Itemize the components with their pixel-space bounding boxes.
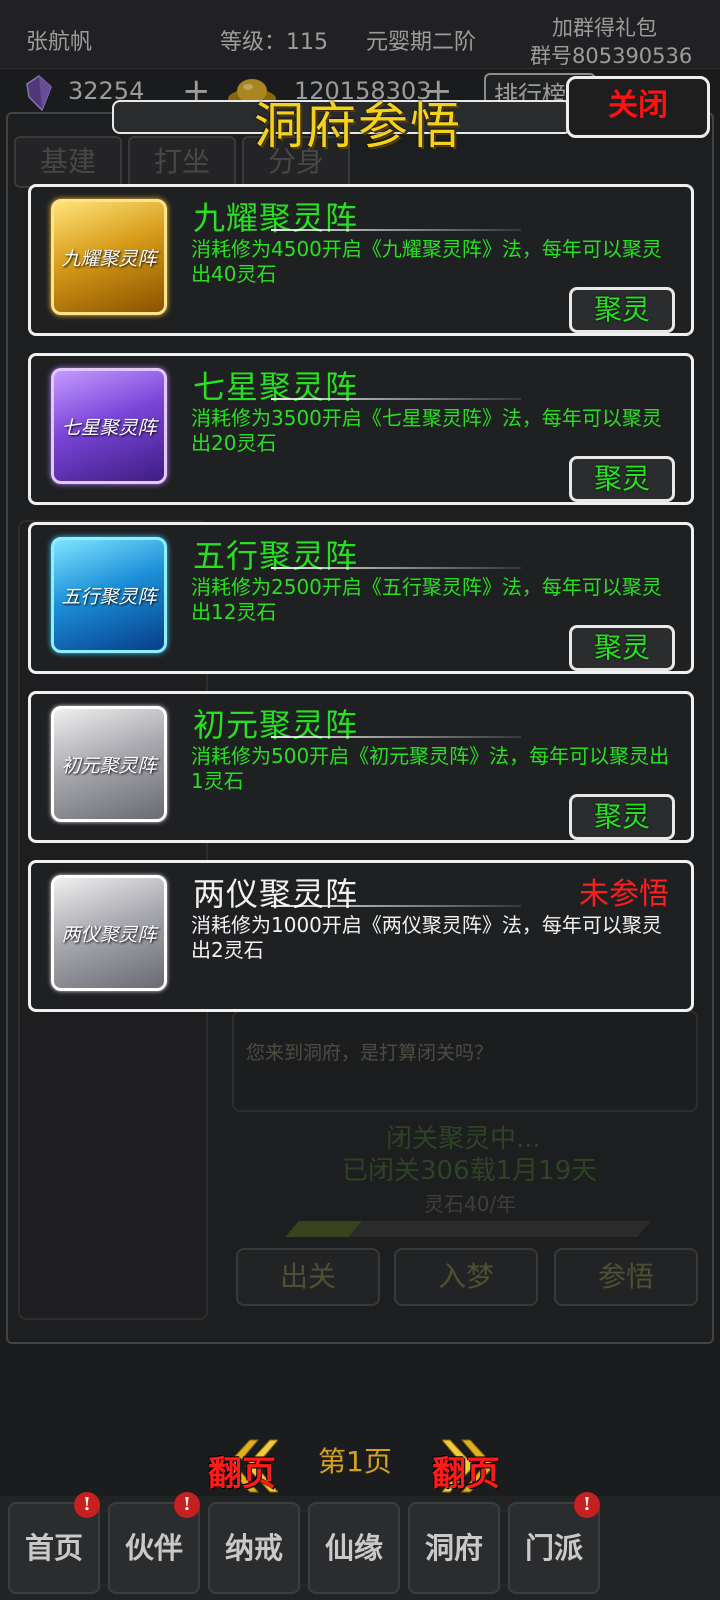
unlearned-status-badge: 未参悟 <box>579 877 669 912</box>
nav-home-label: 首页 <box>24 1531 83 1565</box>
alert-icon: ! <box>574 1492 600 1518</box>
formation-icon-label: 五行聚灵阵 <box>61 585 157 608</box>
formation-name: 两仪聚灵阵 <box>193 875 359 913</box>
formation-name: 初元聚灵阵 <box>193 706 359 744</box>
formation-card-chuyuan: 初元聚灵阵 初元聚灵阵 消耗修为500开启《初元聚灵阵》法，每年可以聚灵出1灵石… <box>28 691 694 843</box>
formation-icon-gray: 两仪聚灵阵 <box>51 875 167 991</box>
formation-card-liangyi[interactable]: 两仪聚灵阵 两仪聚灵阵 消耗修为1000开启《两仪聚灵阵》法，每年可以聚灵出2灵… <box>28 860 694 1012</box>
formation-card-qixing: 七星聚灵阵 七星聚灵阵 消耗修为3500开启《七星聚灵阵》法，每年可以聚灵出20… <box>28 353 694 505</box>
formation-icon-label: 两仪聚灵阵 <box>61 923 157 946</box>
nav-fortune-label: 仙缘 <box>324 1531 383 1565</box>
formation-icon-blue: 五行聚灵阵 <box>51 537 167 653</box>
nav-sect-label: 门派 <box>524 1531 583 1565</box>
formation-icon-purple: 七星聚灵阵 <box>51 368 167 484</box>
formation-description: 消耗修为3500开启《七星聚灵阵》法，每年可以聚灵出20灵石 <box>191 406 662 455</box>
close-button[interactable]: 关闭 <box>566 76 710 138</box>
formation-icon-label: 初元聚灵阵 <box>61 754 157 777</box>
formation-icon-label: 九耀聚灵阵 <box>61 247 157 270</box>
formation-name: 九耀聚灵阵 <box>193 199 359 237</box>
title-underline <box>271 905 521 907</box>
nav-sect[interactable]: 门派 ! <box>508 1492 600 1594</box>
formation-description: 消耗修为1000开启《两仪聚灵阵》法，每年可以聚灵出2灵石 <box>191 913 662 962</box>
formation-icon-gray: 初元聚灵阵 <box>51 706 167 822</box>
title-underline <box>271 229 521 231</box>
nav-storage-ring[interactable]: 纳戒 <box>208 1502 300 1594</box>
page-indicator: 第1页 <box>318 1445 392 1478</box>
formation-icon-label: 七星聚灵阵 <box>61 416 157 439</box>
nav-home[interactable]: 首页 ! <box>8 1492 100 1594</box>
next-page-button[interactable]: 翻页 <box>432 1436 516 1494</box>
prev-page-button[interactable]: 翻页 <box>208 1436 292 1494</box>
title-underline <box>271 567 521 569</box>
alert-icon: ! <box>74 1492 100 1518</box>
nav-storage-ring-label: 纳戒 <box>224 1531 283 1565</box>
next-page-label: 翻页 <box>432 1454 500 1494</box>
nav-cave[interactable]: 洞府 <box>408 1502 500 1594</box>
alert-icon: ! <box>174 1492 200 1518</box>
formation-icon-gold: 九耀聚灵阵 <box>51 199 167 315</box>
prev-page-label: 翻页 <box>208 1454 276 1494</box>
gather-spirit-button[interactable]: 聚灵 <box>569 625 675 671</box>
gather-spirit-button[interactable]: 聚灵 <box>569 794 675 840</box>
nav-fortune[interactable]: 仙缘 <box>308 1502 400 1594</box>
formation-description: 消耗修为2500开启《五行聚灵阵》法，每年可以聚灵出12灵石 <box>191 575 662 624</box>
nav-partners-label: 伙伴 <box>124 1531 183 1565</box>
bottom-nav: 首页 ! 伙伴 ! 纳戒 仙缘 洞府 门派 ! <box>0 1492 720 1600</box>
gather-spirit-button[interactable]: 聚灵 <box>569 456 675 502</box>
formation-description: 消耗修为4500开启《九耀聚灵阵》法，每年可以聚灵出40灵石 <box>191 237 662 286</box>
formation-name: 五行聚灵阵 <box>193 537 359 575</box>
formation-name: 七星聚灵阵 <box>193 368 359 406</box>
formation-description: 消耗修为500开启《初元聚灵阵》法，每年可以聚灵出1灵石 <box>191 744 670 793</box>
formation-card-wuxing: 五行聚灵阵 五行聚灵阵 消耗修为2500开启《五行聚灵阵》法，每年可以聚灵出12… <box>28 522 694 674</box>
title-underline <box>271 736 521 738</box>
nav-cave-label: 洞府 <box>424 1531 483 1565</box>
formation-card-jiuyao: 九耀聚灵阵 九耀聚灵阵 消耗修为4500开启《九耀聚灵阵》法，每年可以聚灵出40… <box>28 184 694 336</box>
gather-spirit-button[interactable]: 聚灵 <box>569 287 675 333</box>
nav-partners[interactable]: 伙伴 ! <box>108 1492 200 1594</box>
title-underline <box>271 398 521 400</box>
modal-title: 洞府参悟 <box>254 97 462 155</box>
